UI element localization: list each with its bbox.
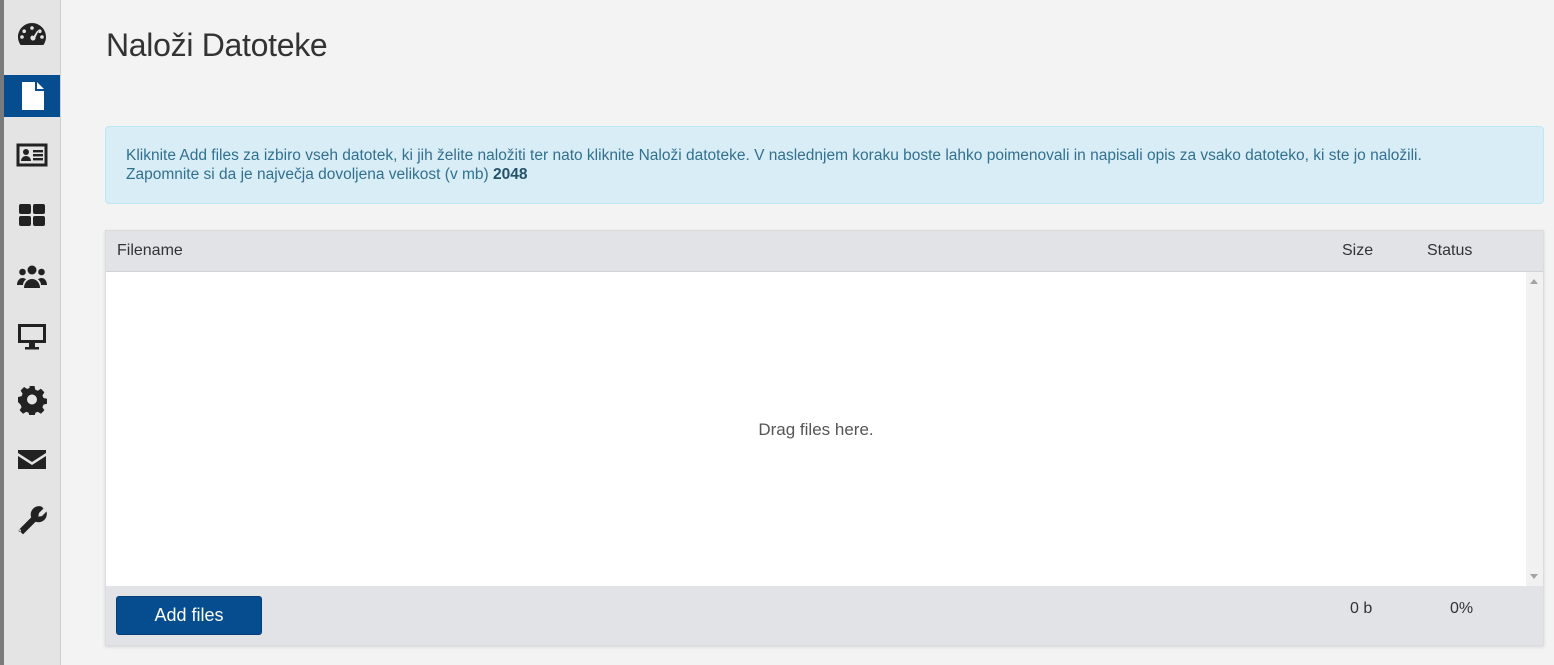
file-uploader: Filename Size Status Drag files here. Ad… [105, 230, 1544, 646]
scroll-down-arrow-icon[interactable] [1530, 574, 1538, 579]
sidebar-item-tools[interactable] [4, 499, 60, 541]
wrench-icon [18, 506, 47, 535]
sidebar-item-modules[interactable] [4, 194, 60, 236]
sidebar [4, 0, 61, 665]
sidebar-item-settings[interactable] [4, 378, 60, 420]
drop-zone[interactable]: Drag files here. [106, 272, 1526, 586]
add-files-button[interactable]: Add files [116, 596, 262, 635]
monitor-icon [18, 324, 46, 350]
sidebar-item-contacts[interactable] [4, 134, 60, 176]
info-max-size-label: Zapomnite si da je največja dovoljena ve… [126, 166, 489, 183]
sidebar-item-users[interactable] [4, 255, 60, 297]
column-size: Size [1342, 242, 1374, 259]
file-icon [22, 82, 44, 110]
column-status: Status [1427, 242, 1473, 259]
sidebar-item-dashboard[interactable] [4, 14, 60, 56]
users-icon [17, 265, 47, 288]
envelope-icon [18, 450, 46, 469]
info-text-line1: Kliknite Add files za izbiro vseh datote… [126, 147, 1422, 164]
scroll-up-arrow-icon[interactable] [1530, 279, 1538, 284]
info-alert: Kliknite Add files za izbiro vseh datote… [105, 126, 1544, 204]
grid-icon [19, 204, 45, 226]
sidebar-item-messages[interactable] [4, 438, 60, 480]
column-filename: Filename [117, 242, 183, 259]
total-status: 0% [1450, 600, 1474, 617]
sidebar-item-files[interactable] [4, 75, 60, 117]
dashboard-icon [18, 23, 46, 45]
total-size: 0 b [1350, 600, 1373, 617]
file-list-scrollbar[interactable] [1526, 272, 1543, 586]
info-max-size-value: 2048 [493, 166, 528, 183]
gear-icon [18, 386, 47, 415]
uploader-footer: Add files 0 b 0% [106, 586, 1543, 645]
drop-zone-text: Drag files here. [758, 420, 874, 439]
sidebar-item-display[interactable] [4, 315, 60, 357]
id-card-icon [16, 143, 48, 167]
info-text-line2: Zapomnite si da je največja dovoljena ve… [126, 165, 1523, 184]
uploader-header: Filename Size Status [106, 231, 1543, 272]
page-title: Naloži Datoteke [106, 27, 328, 63]
